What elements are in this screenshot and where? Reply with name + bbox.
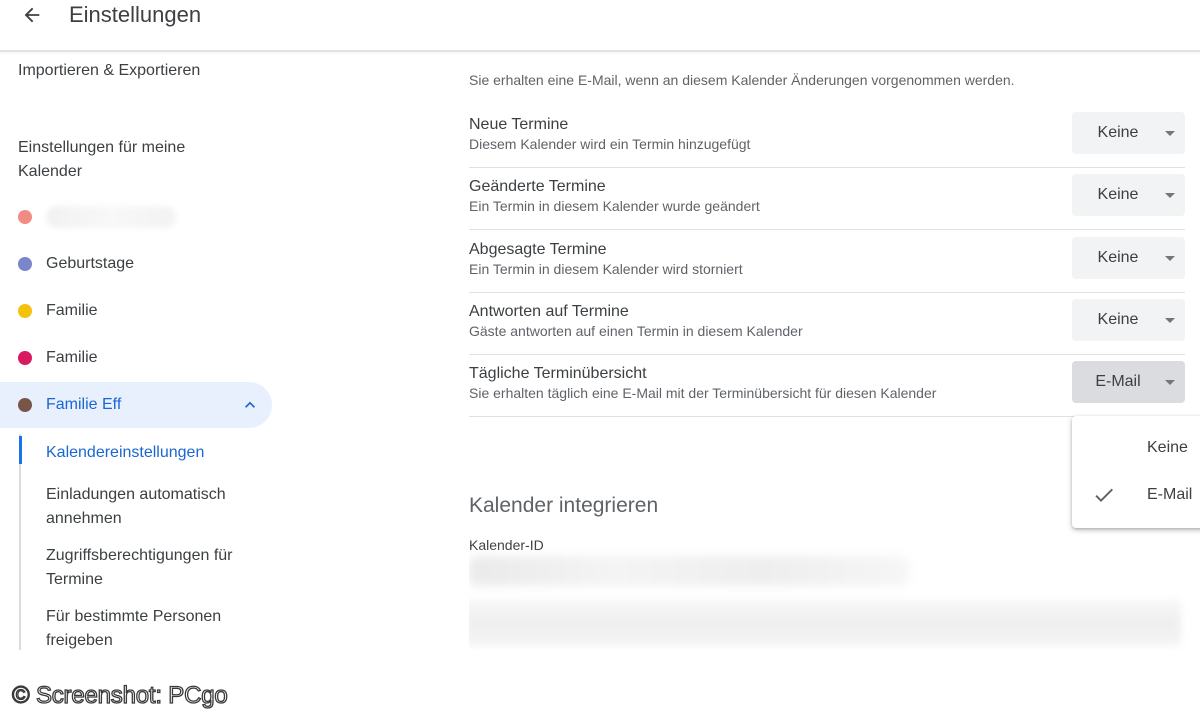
setting-subtitle: Ein Termin in diesem Kalender wurde geän… — [469, 198, 760, 214]
setting-title: Geänderte Termine — [469, 178, 606, 195]
redacted-calendar-name — [46, 206, 176, 228]
sidebar-calendar-redacted[interactable] — [0, 194, 272, 240]
sidebar-calendar-familie-2[interactable]: Familie — [0, 335, 272, 381]
setting-title: Tägliche Terminübersicht — [469, 365, 647, 382]
notification-select[interactable]: Keine — [1072, 299, 1185, 341]
app-header: Einstellungen — [0, 0, 1200, 52]
sidebar: Importieren & Exportieren Einstellungen … — [0, 54, 300, 650]
select-value: Keine — [1097, 124, 1139, 141]
subnav-active-indicator — [19, 436, 22, 464]
notification-dropdown-menu: Keine E-Mail — [1072, 416, 1200, 528]
back-button[interactable] — [14, 0, 50, 30]
calendar-color-dot — [18, 210, 32, 224]
sidebar-calendar-geburtstage[interactable]: Geburtstage — [0, 241, 272, 287]
dropdown-arrow-icon — [1165, 256, 1175, 261]
setting-subtitle: Gäste antworten auf einen Termin in dies… — [469, 323, 803, 339]
notification-intro-text: Sie erhalten eine E-Mail, wenn an diesem… — [469, 72, 1015, 88]
dropdown-arrow-icon — [1165, 193, 1175, 198]
calendar-label: Geburtstage — [46, 255, 135, 272]
setting-row-antworten: Antworten auf Termine Gäste antworten au… — [469, 293, 1185, 355]
setting-subtitle: Diesem Kalender wird ein Termin hinzugef… — [469, 136, 751, 152]
select-value: Keine — [1097, 186, 1139, 203]
sidebar-calendar-familie-eff[interactable]: Familie Eff — [0, 382, 272, 428]
setting-row-taegliche-uebersicht: Tägliche Terminübersicht Sie erhalten tä… — [469, 355, 1185, 417]
notification-select[interactable]: E-Mail — [1072, 361, 1185, 403]
notification-select[interactable]: Keine — [1072, 174, 1185, 216]
setting-subtitle: Ein Termin in diesem Kalender wird storn… — [469, 261, 743, 277]
chevron-up-icon[interactable] — [240, 395, 260, 415]
menu-option-label: E-Mail — [1147, 486, 1193, 503]
menu-option-label: Keine — [1147, 439, 1188, 456]
arrow-back-icon — [24, 7, 40, 23]
calendar-id-label: Kalender-ID — [469, 537, 544, 553]
main-content: Sie erhalten eine E-Mail, wenn an diesem… — [469, 54, 1200, 650]
check-icon — [1095, 488, 1113, 502]
sidebar-calendar-familie-1[interactable]: Familie — [0, 288, 272, 334]
menu-option-email[interactable]: E-Mail — [1072, 472, 1200, 518]
setting-title: Abgesagte Termine — [469, 241, 607, 258]
setting-row-neue-termine: Neue Termine Diesem Kalender wird ein Te… — [469, 106, 1185, 168]
subnav-einladungen[interactable]: Einladungen automatisch annehmen — [46, 483, 266, 531]
notification-select[interactable]: Keine — [1072, 237, 1185, 279]
select-value: Keine — [1097, 249, 1139, 266]
dropdown-arrow-icon — [1165, 318, 1175, 323]
calendar-color-dot — [18, 304, 32, 318]
menu-option-keine[interactable]: Keine — [1072, 425, 1200, 471]
page-title: Einstellungen — [69, 2, 202, 27]
calendar-color-dot — [18, 257, 32, 271]
screenshot-credit: © Screenshot: PCgo — [11, 681, 228, 709]
calendar-label: Familie — [46, 302, 98, 319]
subnav-track — [19, 434, 21, 650]
calendar-color-dot — [18, 351, 32, 365]
subnav-kalendereinstellungen[interactable]: Kalendereinstellungen — [46, 441, 266, 465]
select-value: Keine — [1097, 311, 1139, 328]
sidebar-item-import-export[interactable]: Importieren & Exportieren — [18, 62, 200, 80]
dropdown-arrow-icon — [1165, 380, 1175, 385]
section-title-integrate: Kalender integrieren — [469, 494, 659, 517]
setting-row-abgesagte-termine: Abgesagte Termine Ein Termin in diesem K… — [469, 231, 1185, 293]
calendar-label: Familie — [46, 349, 98, 366]
select-value: E-Mail — [1095, 373, 1141, 390]
setting-row-geaenderte-termine: Geänderte Termine Ein Termin in diesem K… — [469, 168, 1185, 230]
setting-title: Neue Termine — [469, 116, 569, 133]
sidebar-section-title: Einstellungen für meine Kalender — [18, 139, 186, 180]
setting-title: Antworten auf Termine — [469, 303, 629, 320]
setting-subtitle: Sie erhalten täglich eine E-Mail mit der… — [469, 385, 937, 401]
subnav-freigeben[interactable]: Für bestimmte Personen freigeben — [46, 605, 266, 650]
calendar-color-dot — [18, 398, 32, 412]
redacted-embed-code — [469, 600, 1181, 646]
dropdown-arrow-icon — [1165, 131, 1175, 136]
calendar-label: Familie Eff — [46, 396, 122, 413]
redacted-calendar-id — [469, 556, 909, 586]
subnav-zugriffsberechtigungen[interactable]: Zugriffsberechtigungen für Termine — [46, 544, 266, 592]
notification-select[interactable]: Keine — [1072, 112, 1185, 154]
